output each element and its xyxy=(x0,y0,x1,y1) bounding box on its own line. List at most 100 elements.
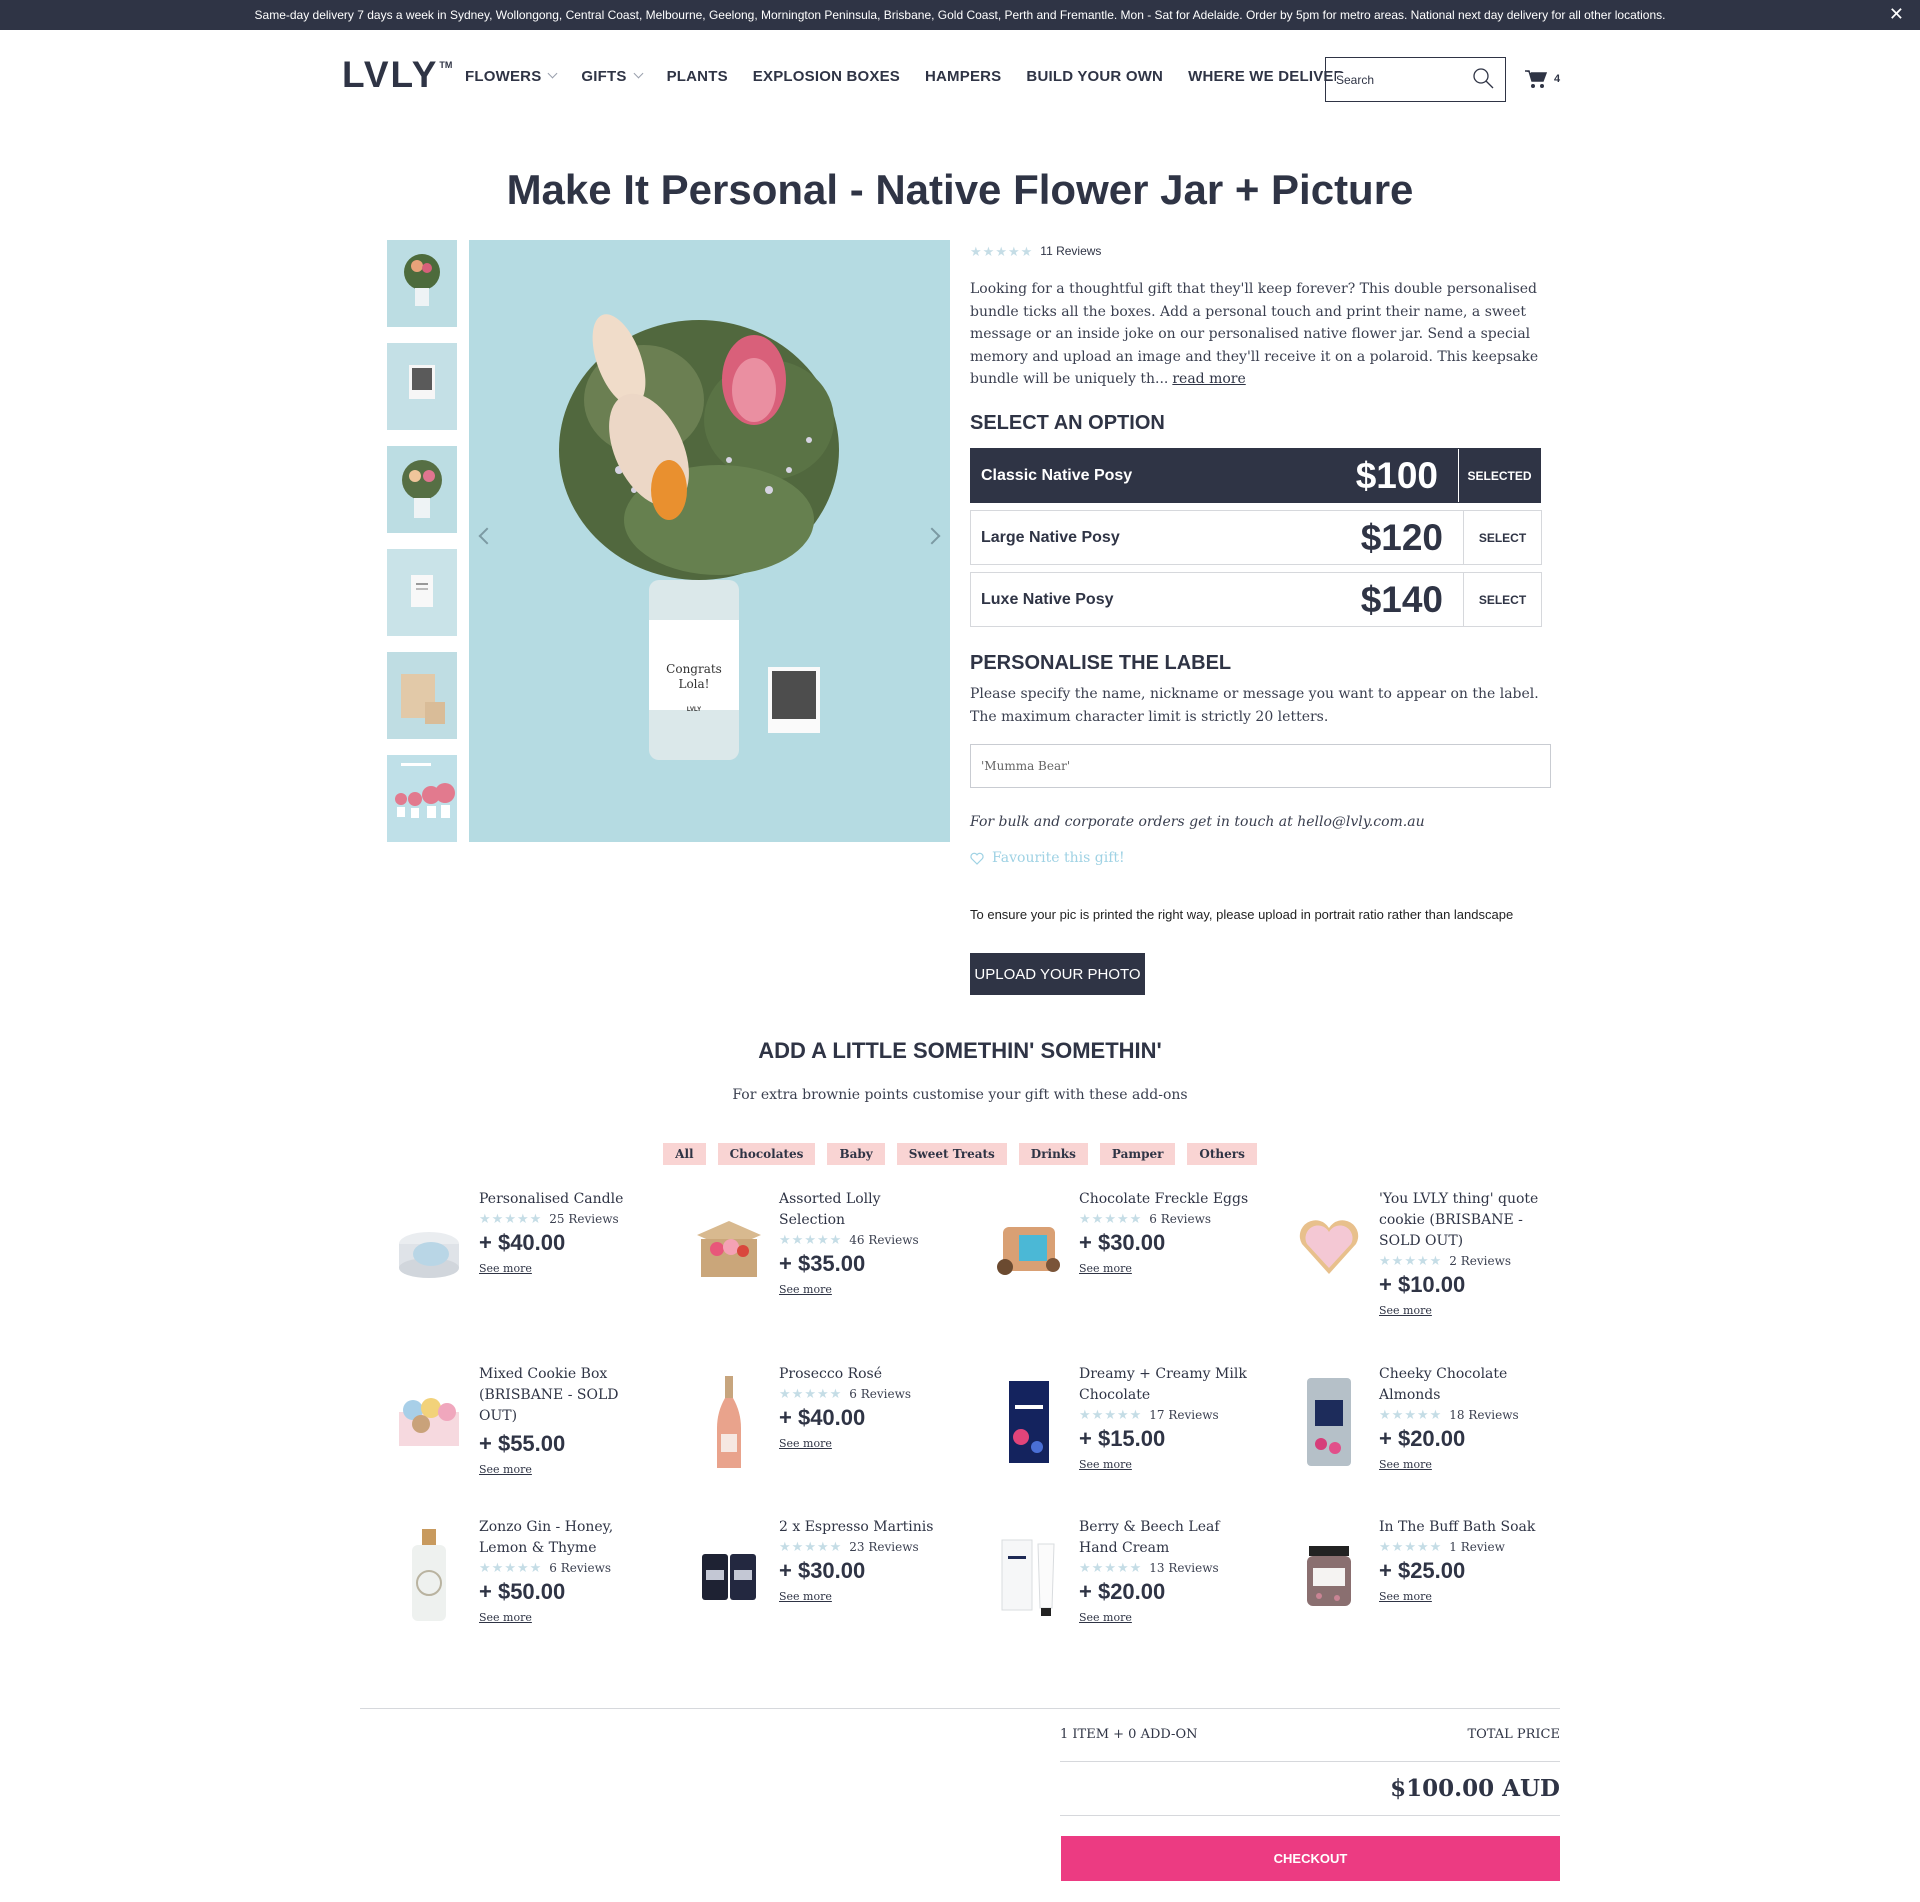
addon-reviews: 23 Reviews xyxy=(849,1540,919,1554)
addon-name: Personalised Candle xyxy=(479,1191,624,1207)
logo[interactable]: LVLYTM xyxy=(342,54,452,96)
nav-hampers[interactable]: HAMPERS xyxy=(925,68,1001,85)
filter-pamper[interactable]: Pamper xyxy=(1099,1143,1176,1165)
addon-name: Assorted Lolly Selection xyxy=(779,1191,881,1228)
star-rating-icon: ★ ★ ★ ★ ★ xyxy=(479,1211,542,1227)
logo-trademark: TM xyxy=(439,60,453,70)
site-header: LVLYTM FLOWERS GIFTS PLANTS EXPLOSION BO… xyxy=(0,30,1920,126)
personalise-help-text: Please specify the name, nickname or mes… xyxy=(970,686,1539,725)
see-more-link[interactable]: See more xyxy=(1379,1458,1432,1471)
filter-chocolates[interactable]: Chocolates xyxy=(717,1143,816,1165)
summary-divider xyxy=(1060,1761,1560,1762)
see-more-link[interactable]: See more xyxy=(479,1463,532,1476)
favourite-gift-link[interactable]: Favourite this gift! xyxy=(970,850,1550,866)
label-text-input[interactable] xyxy=(970,744,1551,788)
nav-plants[interactable]: PLANTS xyxy=(667,68,728,85)
close-icon[interactable]: ✕ xyxy=(1889,4,1904,25)
search-icon[interactable] xyxy=(1471,66,1495,90)
nav-gifts[interactable]: GIFTS xyxy=(581,68,644,85)
nav-explosion-boxes[interactable]: EXPLOSION BOXES xyxy=(753,68,900,85)
see-more-link[interactable]: See more xyxy=(479,1611,532,1624)
option-select-button[interactable]: SELECT xyxy=(1463,573,1541,626)
freckle-eggs-image xyxy=(987,1199,1071,1294)
see-more-link[interactable]: See more xyxy=(1079,1262,1132,1275)
jar-label-line2: Lola! xyxy=(678,677,709,691)
announcement-text: Same-day delivery 7 days a week in Sydne… xyxy=(254,8,1666,22)
addon-card[interactable]: Personalised Candle ★ ★ ★ ★ ★ 25 Reviews + $4… xyxy=(387,1189,677,1329)
thumbnail-polaroid[interactable] xyxy=(387,343,457,430)
page-title: Make It Personal - Native Flower Jar + P… xyxy=(506,166,1414,213)
description-text: Looking for a thoughtful gift that they'… xyxy=(970,281,1539,387)
thumbnail-card[interactable] xyxy=(387,549,457,636)
thumbnail-box[interactable] xyxy=(387,652,457,739)
addon-reviews: 6 Reviews xyxy=(1149,1212,1212,1226)
addon-name: Mixed Cookie Box (BRISBANE - SOLD OUT) xyxy=(479,1366,619,1424)
see-more-link[interactable]: See more xyxy=(779,1437,832,1450)
nav-gifts-label: GIFTS xyxy=(581,68,627,85)
addon-card[interactable]: 2 x Espresso Martinis ★ ★ ★ ★ ★ 23 Reviews + … xyxy=(687,1517,977,1657)
addon-card[interactable]: Chocolate Freckle Eggs ★ ★ ★ ★ ★ 6 Reviews + … xyxy=(987,1189,1277,1329)
option-select-button[interactable]: SELECT xyxy=(1463,511,1541,564)
star-rating-icon: ★ ★ ★ ★ ★ xyxy=(1079,1211,1142,1227)
upload-photo-button[interactable]: UPLOAD YOUR PHOTO xyxy=(970,953,1145,995)
upload-note: To ensure your pic is printed the right … xyxy=(970,907,1514,922)
thumbnail-bouquet-detail[interactable] xyxy=(387,446,457,533)
option-classic-native-posy[interactable]: Classic Native Posy $100 SELECTED xyxy=(970,448,1541,503)
filter-drinks[interactable]: Drinks xyxy=(1018,1143,1088,1165)
addon-rating: ★ ★ ★ ★ ★ 17 Reviews xyxy=(1079,1408,1249,1422)
addon-card[interactable]: In The Buff Bath Soak ★ ★ ★ ★ ★ 1 Review + $2… xyxy=(1287,1517,1577,1657)
bath-soak-image xyxy=(1287,1527,1371,1622)
nav-build-your-own[interactable]: BUILD YOUR OWN xyxy=(1026,68,1163,85)
addon-price: + $40.00 xyxy=(479,1230,566,1255)
addon-card[interactable]: Berry & Beech Leaf Hand Cream ★ ★ ★ ★ ★ 13 Re… xyxy=(987,1517,1277,1657)
addon-rating: ★ ★ ★ ★ ★ 6 Reviews xyxy=(779,1387,949,1401)
nav-build-your-own-label: BUILD YOUR OWN xyxy=(1026,68,1164,85)
thumbnail-size-guide[interactable] xyxy=(387,755,457,842)
addon-name: Zonzo Gin - Honey, Lemon & Thyme xyxy=(479,1519,614,1556)
option-large-native-posy[interactable]: Large Native Posy $120 SELECT xyxy=(970,510,1542,565)
gin-bottle-image xyxy=(387,1527,471,1622)
addon-price: + $30.00 xyxy=(779,1558,866,1583)
filter-all[interactable]: All xyxy=(663,1143,706,1165)
see-more-link[interactable]: See more xyxy=(1079,1458,1132,1471)
read-more-link[interactable]: read more xyxy=(1172,371,1245,387)
option-name: Large Native Posy xyxy=(981,528,1120,546)
addon-price: + $30.00 xyxy=(1079,1230,1166,1255)
addon-card[interactable]: Dreamy + Creamy Milk Chocolate ★ ★ ★ ★ ★ 17 R… xyxy=(987,1364,1277,1504)
items-count-label: 1 ITEM + 0 ADD-ON xyxy=(1060,1727,1198,1742)
addon-card[interactable]: Cheeky Chocolate Almonds ★ ★ ★ ★ ★ 18 Reviews… xyxy=(1287,1364,1577,1504)
addon-card[interactable]: 'You LVLY thing' quote cookie (BRISBANE … xyxy=(1287,1189,1577,1329)
thumbnail-bouquet[interactable] xyxy=(387,240,457,327)
option-name: Classic Native Posy xyxy=(981,466,1133,484)
filter-others[interactable]: Others xyxy=(1187,1143,1257,1165)
see-more-link[interactable]: See more xyxy=(779,1590,832,1603)
filter-baby[interactable]: Baby xyxy=(827,1143,885,1165)
nav-flowers-label: FLOWERS xyxy=(465,68,542,85)
cart-button[interactable]: 4 xyxy=(1524,69,1560,89)
addon-card[interactable]: Zonzo Gin - Honey, Lemon & Thyme ★ ★ ★ ★ ★ 6 … xyxy=(387,1517,677,1657)
chevron-down-icon xyxy=(633,68,644,79)
filter-sweet-treats[interactable]: Sweet Treats xyxy=(896,1143,1007,1165)
see-more-link[interactable]: See more xyxy=(1079,1611,1132,1624)
product-main-image: Congrats Lola! LVLY xyxy=(469,240,950,842)
addon-price: + $50.00 xyxy=(479,1579,566,1604)
addon-rating: ★ ★ ★ ★ ★ 6 Reviews xyxy=(1079,1212,1249,1226)
addon-card[interactable]: Assorted Lolly Selection ★ ★ ★ ★ ★ 46 Reviews… xyxy=(687,1189,977,1329)
see-more-link[interactable]: See more xyxy=(479,1262,532,1275)
addon-card[interactable]: Mixed Cookie Box (BRISBANE - SOLD OUT) +… xyxy=(387,1364,677,1504)
see-more-link[interactable]: See more xyxy=(1379,1590,1432,1603)
checkout-button[interactable]: CHECKOUT xyxy=(1061,1836,1560,1881)
nav-flowers[interactable]: FLOWERS xyxy=(465,68,558,85)
personalise-heading: PERSONALISE THE LABEL xyxy=(970,652,1232,674)
option-luxe-native-posy[interactable]: Luxe Native Posy $140 SELECT xyxy=(970,572,1542,627)
see-more-link[interactable]: See more xyxy=(779,1283,832,1296)
addon-name: Cheeky Chocolate Almonds xyxy=(1379,1366,1508,1403)
search-input[interactable] xyxy=(1336,72,1466,87)
star-rating-icon: ★ ★ ★ ★ ★ xyxy=(1379,1407,1442,1423)
summary-divider xyxy=(1060,1815,1560,1816)
review-count[interactable]: 11 Reviews xyxy=(1040,244,1101,258)
addon-price: + $20.00 xyxy=(1379,1426,1466,1451)
see-more-link[interactable]: See more xyxy=(1379,1304,1432,1317)
logo-text: LVLY xyxy=(342,54,439,95)
addon-card[interactable]: Prosecco Rosé ★ ★ ★ ★ ★ 6 Reviews + $40.00 Se… xyxy=(687,1364,977,1504)
